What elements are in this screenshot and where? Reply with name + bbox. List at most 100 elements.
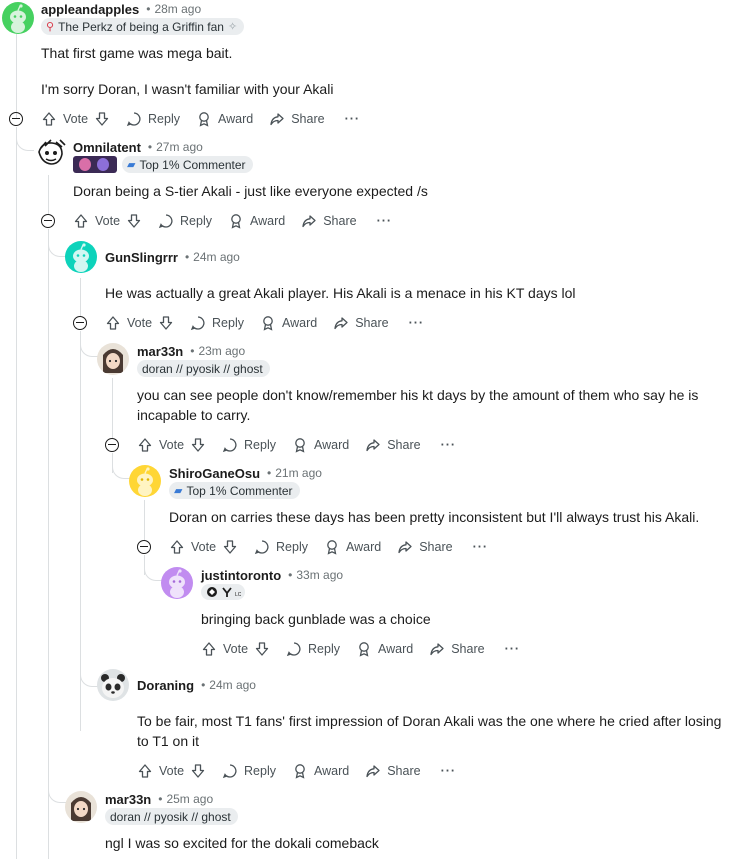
avatar[interactable] bbox=[97, 343, 129, 375]
flair-text: The Perkz of being a Griffin fan bbox=[58, 19, 224, 34]
reply-button[interactable]: Reply bbox=[286, 641, 340, 657]
reply-icon bbox=[286, 642, 301, 657]
timestamp[interactable]: 24m ago bbox=[209, 678, 256, 692]
username[interactable]: GunSlingrrr bbox=[105, 250, 178, 265]
username[interactable]: justintoronto bbox=[201, 568, 281, 583]
vote-label: Vote bbox=[159, 764, 185, 778]
collapse-thread-button[interactable] bbox=[9, 112, 23, 126]
share-icon bbox=[366, 439, 380, 452]
award-button[interactable]: Award bbox=[228, 213, 285, 229]
reply-button[interactable]: Reply bbox=[158, 213, 212, 229]
thread-line bbox=[144, 500, 145, 541]
share-icon bbox=[366, 765, 380, 778]
more-options-button[interactable]: ··· bbox=[377, 214, 393, 228]
avatar[interactable] bbox=[129, 465, 161, 497]
upvote-icon[interactable] bbox=[105, 315, 121, 331]
comment-body-line: Doran being a S-tier Akali - just like e… bbox=[73, 183, 428, 199]
reply-button[interactable]: Reply bbox=[222, 437, 276, 453]
upvote-icon[interactable] bbox=[201, 641, 217, 657]
collapse-thread-button[interactable] bbox=[73, 316, 87, 330]
username[interactable]: Doraning bbox=[137, 678, 194, 693]
upvote-icon[interactable] bbox=[41, 111, 57, 127]
award-button[interactable]: Award bbox=[292, 437, 349, 453]
reply-button[interactable]: Reply bbox=[190, 315, 244, 331]
upvote-icon[interactable] bbox=[137, 437, 153, 453]
award-label: Award bbox=[314, 764, 350, 778]
downvote-icon[interactable] bbox=[222, 539, 238, 555]
timestamp[interactable]: 33m ago bbox=[296, 568, 343, 582]
comment-actions: Vote Reply Award Share ··· bbox=[137, 433, 456, 457]
collapse-thread-button[interactable] bbox=[105, 438, 119, 452]
more-options-button[interactable]: ··· bbox=[441, 438, 457, 452]
timestamp[interactable]: 23m ago bbox=[198, 344, 245, 358]
upvote-icon[interactable] bbox=[137, 763, 153, 779]
collapse-thread-button[interactable] bbox=[41, 214, 55, 228]
share-button[interactable]: Share bbox=[429, 641, 485, 657]
username[interactable]: Omnilatent bbox=[73, 140, 141, 155]
share-icon bbox=[270, 113, 284, 126]
comment-body-line: To be fair, most T1 fans' first impressi… bbox=[137, 713, 722, 729]
more-options-button[interactable]: ··· bbox=[345, 112, 361, 126]
share-label: Share bbox=[387, 438, 421, 452]
share-button[interactable]: Share bbox=[333, 315, 389, 331]
downvote-icon[interactable] bbox=[158, 315, 174, 331]
thread-elbow bbox=[16, 127, 34, 151]
more-options-button[interactable]: ··· bbox=[505, 642, 521, 656]
timestamp[interactable]: 21m ago bbox=[275, 466, 322, 480]
award-label: Award bbox=[218, 112, 254, 126]
more-options-button[interactable]: ··· bbox=[409, 316, 425, 330]
upvote-icon[interactable] bbox=[169, 539, 185, 555]
username[interactable]: appleandapples bbox=[41, 2, 139, 17]
avatar[interactable] bbox=[161, 567, 193, 599]
reply-icon bbox=[222, 764, 237, 779]
username[interactable]: ShiroGaneOsu bbox=[169, 466, 260, 481]
downvote-icon[interactable] bbox=[94, 111, 110, 127]
username[interactable]: mar33n bbox=[137, 344, 183, 359]
timestamp[interactable]: 25m ago bbox=[166, 792, 213, 806]
downvote-icon[interactable] bbox=[190, 437, 206, 453]
share-button[interactable]: Share bbox=[301, 213, 357, 229]
timestamp[interactable]: 24m ago bbox=[193, 250, 240, 264]
share-button[interactable]: Share bbox=[269, 111, 325, 127]
share-label: Share bbox=[451, 642, 485, 656]
anime-avatar-icon bbox=[103, 349, 123, 373]
share-button[interactable]: Share bbox=[365, 437, 421, 453]
comment-body-line: ngl I was so excited for the dokali come… bbox=[105, 835, 379, 851]
sketch-avatar-icon bbox=[38, 139, 66, 165]
reply-button[interactable]: Reply bbox=[222, 763, 276, 779]
reply-icon bbox=[254, 540, 269, 555]
avatar[interactable] bbox=[36, 138, 66, 168]
more-options-button[interactable]: ··· bbox=[473, 540, 489, 554]
reply-button[interactable]: Reply bbox=[126, 111, 180, 127]
award-button[interactable]: Award bbox=[260, 315, 317, 331]
username[interactable]: mar33n bbox=[105, 792, 151, 807]
svg-text:LCM: LCM bbox=[235, 592, 241, 598]
share-button[interactable]: Share bbox=[397, 539, 453, 555]
reply-label: Reply bbox=[148, 112, 180, 126]
comment-body-line: bringing back gunblade was a choice bbox=[201, 611, 431, 627]
award-label: Award bbox=[250, 214, 286, 228]
downvote-icon[interactable] bbox=[126, 213, 142, 229]
award-button[interactable]: Award bbox=[356, 641, 413, 657]
timestamp[interactable]: 27m ago bbox=[156, 140, 203, 154]
downvote-icon[interactable] bbox=[190, 763, 206, 779]
collapse-thread-button[interactable] bbox=[137, 540, 151, 554]
award-button[interactable]: Award bbox=[292, 763, 349, 779]
timestamp[interactable]: 28m ago bbox=[154, 2, 201, 16]
avatar[interactable] bbox=[65, 791, 97, 823]
thread-line bbox=[112, 378, 113, 439]
award-button[interactable]: Award bbox=[324, 539, 381, 555]
downvote-icon[interactable] bbox=[254, 641, 270, 657]
share-button[interactable]: Share bbox=[365, 763, 421, 779]
avatar[interactable] bbox=[2, 2, 34, 34]
upvote-icon[interactable] bbox=[73, 213, 89, 229]
separator-dot: • bbox=[190, 344, 195, 358]
comment-actions: Vote Reply Award Share ··· bbox=[137, 759, 456, 783]
reply-button[interactable]: Reply bbox=[254, 539, 308, 555]
avatar[interactable] bbox=[97, 669, 129, 701]
reply-icon bbox=[126, 112, 141, 127]
more-options-button[interactable]: ··· bbox=[441, 764, 457, 778]
avatar[interactable] bbox=[65, 241, 97, 273]
share-icon bbox=[302, 215, 316, 228]
award-button[interactable]: Award bbox=[196, 111, 253, 127]
